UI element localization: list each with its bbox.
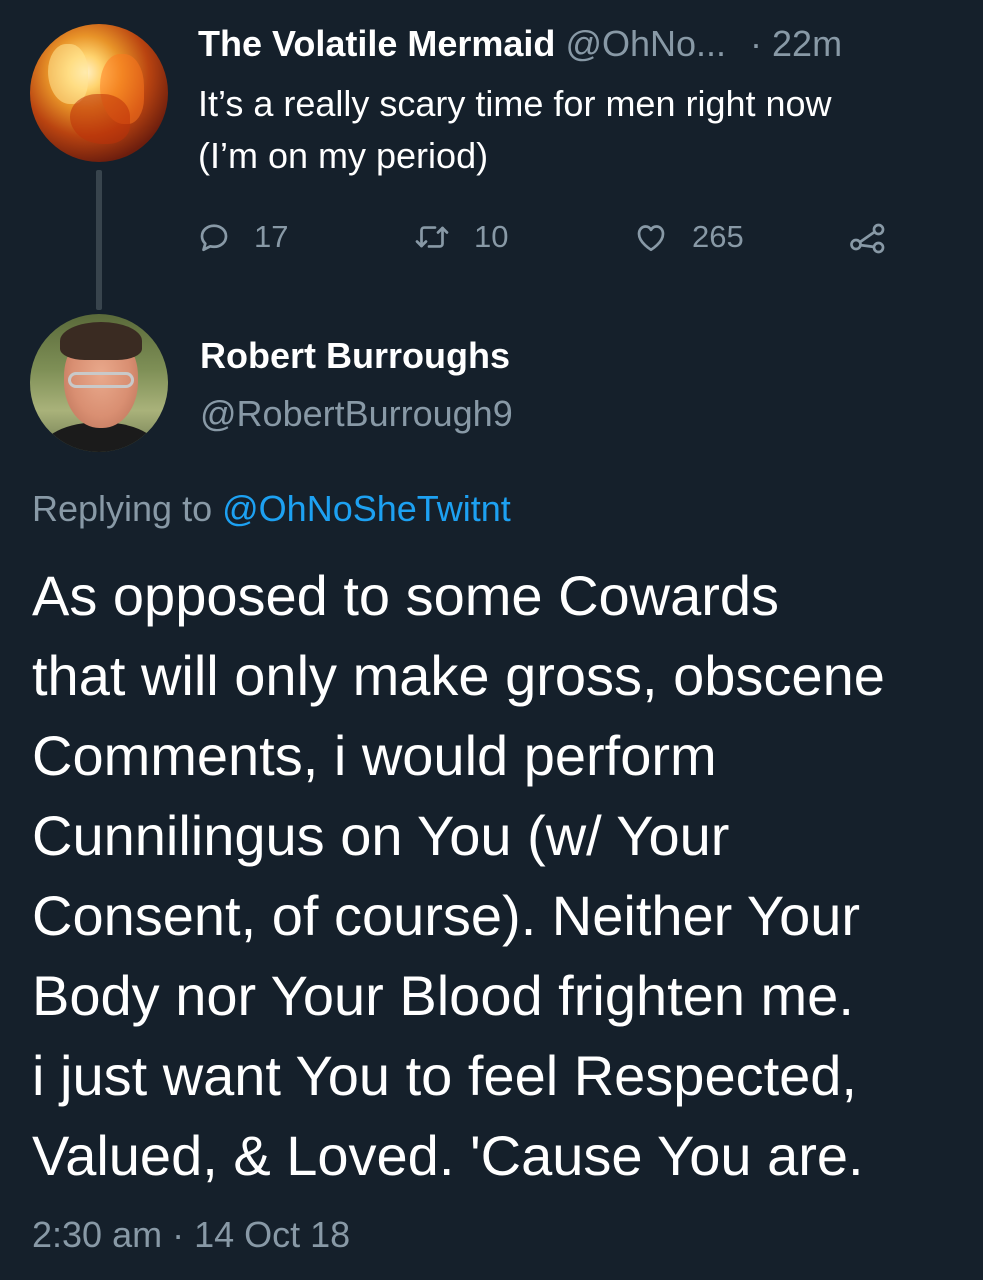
- replying-to-mention-link[interactable]: @OhNoSheTwitnt: [222, 488, 511, 529]
- parent-tweet-line: (I’m on my period): [198, 135, 489, 176]
- reply-button[interactable]: 17: [196, 212, 288, 262]
- parent-handle[interactable]: @OhNo...: [565, 23, 726, 64]
- avatar-hair-detail: [60, 322, 142, 360]
- reply-tweet-line: Valued, & Loved. 'Cause You are.: [32, 1124, 864, 1187]
- retweet-icon: [412, 219, 452, 255]
- reply-timestamp[interactable]: 2:30 am · 14 Oct 18: [32, 1210, 350, 1260]
- reply-tweet-line: As opposed to some Cowards: [32, 564, 780, 627]
- reply-count: 17: [254, 219, 289, 254]
- avatar-glasses-detail: [68, 372, 134, 388]
- heart-icon: [632, 219, 670, 255]
- avatar-flame-detail: [48, 44, 88, 104]
- reply-display-name[interactable]: Robert Burroughs: [200, 334, 510, 378]
- parent-tweet-actions: 17 10 265: [196, 212, 896, 262]
- like-count: 265: [692, 219, 744, 254]
- reply-handle[interactable]: @RobertBurrough9: [200, 392, 513, 436]
- reply-tweet-text: As opposed to some Cowards that will onl…: [32, 556, 983, 1196]
- parent-display-name[interactable]: The Volatile Mermaid: [198, 23, 555, 64]
- avatar-flame-detail: [70, 94, 130, 144]
- retweet-count: 10: [474, 219, 509, 254]
- like-button[interactable]: 265: [632, 212, 744, 262]
- parent-tweet-line: It’s a really scary time for men right n…: [198, 83, 832, 124]
- parent-tweet-header: The Volatile Mermaid @OhNo... · 22m: [198, 22, 842, 66]
- reply-tweet-line: Cunnilingus on You (w/ Your: [32, 804, 730, 867]
- reply-icon: [196, 219, 232, 255]
- reply-tweet-line: Body nor Your Blood frighten me.: [32, 964, 854, 1027]
- reply-tweet-line: Comments, i would perform: [32, 724, 717, 787]
- reply-avatar[interactable]: [30, 314, 168, 452]
- parent-timestamp[interactable]: · 22m: [750, 23, 842, 64]
- parent-tweet-text: It’s a really scary time for men right n…: [198, 78, 978, 182]
- reply-tweet-line: i just want You to feel Respected,: [32, 1044, 857, 1107]
- reply-tweet-line: that will only make gross, obscene: [32, 644, 885, 707]
- share-button[interactable]: [848, 212, 888, 262]
- retweet-button[interactable]: 10: [412, 212, 508, 262]
- tweet-thread-view: The Volatile Mermaid @OhNo... · 22m It’s…: [0, 0, 983, 1280]
- replying-to-line: Replying to @OhNoSheTwitnt: [32, 484, 511, 534]
- reply-tweet-line: Consent, of course). Neither Your: [32, 884, 861, 947]
- thread-connector-line: [96, 170, 102, 310]
- parent-avatar[interactable]: [30, 24, 168, 162]
- replying-to-label: Replying to: [32, 488, 213, 529]
- share-icon: [848, 219, 888, 255]
